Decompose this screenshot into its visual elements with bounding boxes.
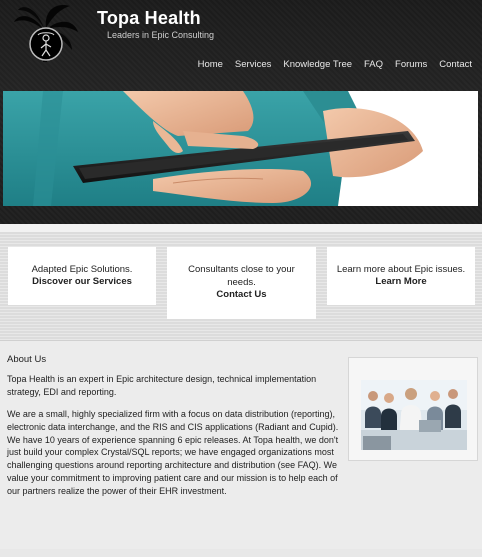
feature-card-solutions[interactable]: Adapted Epic Solutions. Discover our Ser… bbox=[8, 247, 156, 305]
feature-card-consultants[interactable]: Consultants close to your needs. Contact… bbox=[167, 247, 316, 319]
learn-more-link[interactable]: Learn More bbox=[375, 276, 426, 288]
feature-card-learn[interactable]: Learn more about Epic issues. Learn More bbox=[327, 247, 475, 305]
feature-text: Adapted Epic Solutions. bbox=[31, 263, 133, 275]
site-title[interactable]: Topa Health bbox=[97, 8, 201, 29]
nav-contact[interactable]: Contact bbox=[433, 59, 474, 70]
palm-tree-logo-icon[interactable] bbox=[14, 2, 78, 68]
about-paragraph-2: We are a small, highly specialized firm … bbox=[7, 409, 339, 496]
discover-services-link[interactable]: Discover our Services bbox=[32, 276, 132, 288]
nav-services[interactable]: Services bbox=[229, 59, 277, 70]
contact-us-link[interactable]: Contact Us bbox=[216, 289, 266, 301]
tablet-hands-illustration bbox=[3, 91, 478, 206]
meeting-illustration bbox=[349, 358, 477, 460]
features-strip: Adapted Epic Solutions. Discover our Ser… bbox=[0, 224, 482, 340]
main-nav: Home Services Knowledge Tree FAQ Forums … bbox=[192, 59, 474, 70]
site-header: Topa Health Leaders in Epic Consulting H… bbox=[0, 0, 482, 224]
nav-knowledge-tree[interactable]: Knowledge Tree bbox=[277, 59, 358, 70]
about-heading: About Us bbox=[7, 354, 47, 365]
hero-image bbox=[3, 91, 478, 206]
site-tagline: Leaders in Epic Consulting bbox=[107, 30, 215, 40]
feature-text: Learn more about Epic issues. bbox=[336, 263, 466, 275]
nav-home[interactable]: Home bbox=[192, 59, 229, 70]
nav-faq[interactable]: FAQ bbox=[358, 59, 389, 70]
about-paragraph-1: Topa Health is an expert in Epic archite… bbox=[7, 374, 317, 397]
team-meeting-photo bbox=[348, 357, 478, 461]
feature-text: Consultants close to your needs. bbox=[188, 264, 295, 288]
about-section: About Us Topa Health is an expert in Epi… bbox=[0, 340, 482, 549]
nav-forums[interactable]: Forums bbox=[389, 59, 433, 70]
